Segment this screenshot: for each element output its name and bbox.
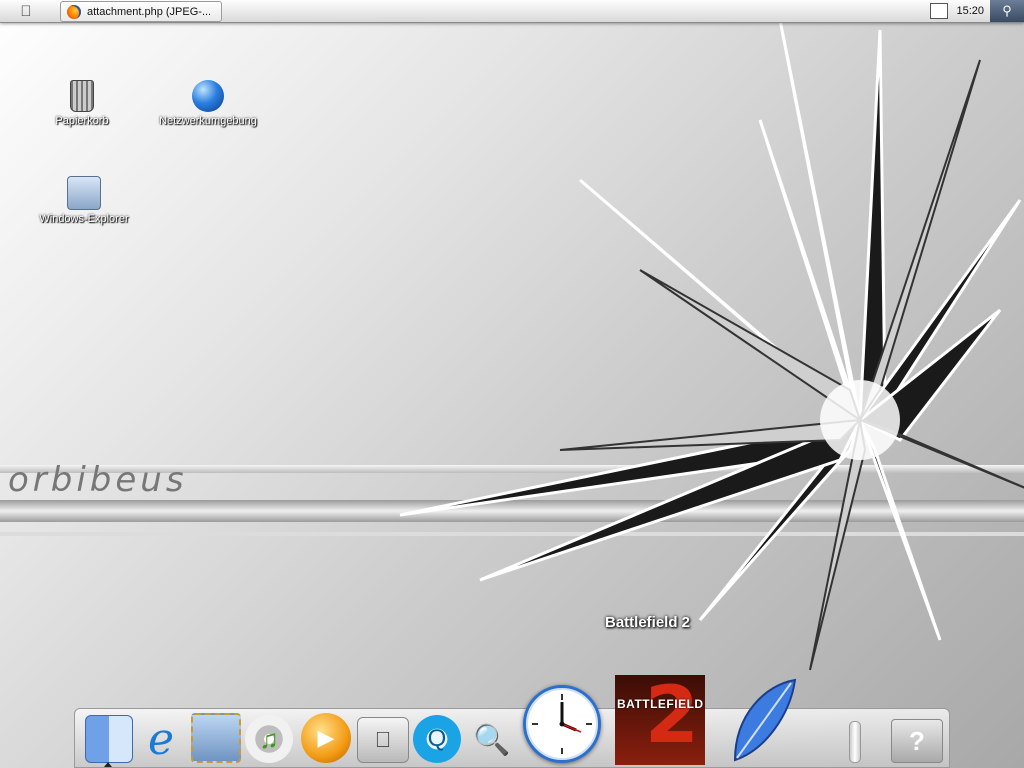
- dock-tooltip: Battlefield 2: [605, 614, 691, 631]
- itunes-icon[interactable]: ♫: [245, 715, 293, 763]
- system-preferences-icon[interactable]: : [357, 717, 409, 763]
- trash-icon[interactable]: ?: [891, 719, 943, 763]
- network-globe-icon: [192, 80, 224, 112]
- feather-icon[interactable]: [725, 675, 805, 765]
- menubar:  attachment.php (JPEG-... 15:20 ⚲: [0, 0, 1024, 23]
- bf2-word: BATTLEFIELD: [617, 697, 704, 711]
- running-indicator: [104, 762, 112, 767]
- dock: e ♫ ▶  Q 🔍 2 BATTLEFIELD ?: [74, 675, 950, 768]
- desktop-icon-label: Papierkorb: [55, 115, 109, 127]
- bf2-number: 2: [644, 671, 699, 761]
- sherlock-icon[interactable]: 🔍: [467, 717, 517, 763]
- clock-icon[interactable]: [523, 685, 601, 763]
- desktop-icon-label: Netzwerkumgebung: [159, 115, 257, 127]
- search-icon: ⚲: [1002, 3, 1012, 18]
- media-player-icon[interactable]: ▶: [301, 713, 351, 763]
- desktop-icon-recycle-bin[interactable]: Papierkorb: [27, 80, 137, 127]
- quicktime-icon[interactable]: Q: [413, 715, 461, 763]
- desktop-icon-network[interactable]: Netzwerkumgebung: [153, 80, 263, 127]
- wallpaper-brand: orbibeus: [8, 460, 188, 500]
- apple-menu-icon[interactable]: : [0, 0, 52, 22]
- clock-face: [532, 694, 592, 754]
- desktop-icon-label: Windows-Explorer: [39, 213, 129, 225]
- network-icon[interactable]: [930, 3, 949, 19]
- wallpaper-abstract-art: [399, 20, 1024, 671]
- explorer-icon: [67, 176, 101, 210]
- taskbar-button-label: attachment.php (JPEG-...: [87, 5, 212, 18]
- dock-separator-icon[interactable]: [849, 721, 861, 763]
- clock-time[interactable]: 15:20: [956, 5, 984, 17]
- internet-explorer-icon[interactable]: e: [137, 714, 185, 765]
- search-button[interactable]: ⚲: [990, 0, 1024, 22]
- desktop-icon-explorer[interactable]: Windows-Explorer: [29, 176, 139, 225]
- feather-shape: [733, 678, 797, 762]
- system-tray: 15:20: [930, 0, 984, 22]
- battlefield-2-icon[interactable]: 2 BATTLEFIELD: [615, 675, 705, 765]
- recycle-bin-icon: [70, 80, 94, 112]
- firefox-icon: [67, 4, 81, 19]
- taskbar-button-firefox[interactable]: attachment.php (JPEG-...: [60, 1, 222, 22]
- finder-icon[interactable]: [85, 715, 133, 763]
- mail-stamp-icon[interactable]: [191, 713, 241, 763]
